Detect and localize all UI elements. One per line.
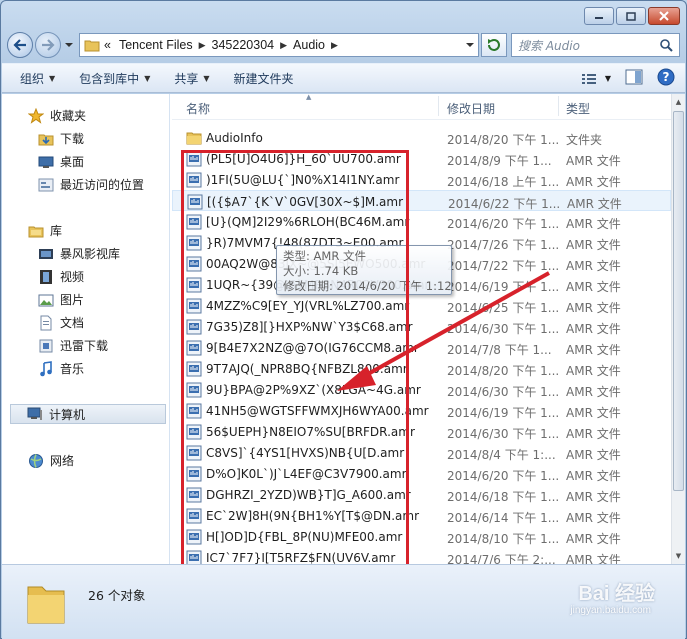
baidu-watermark: Bai 经验 jingyan.baidu.com [570,577,655,616]
folder-large-icon [27,586,65,624]
details-pane: 26 个对象 Bai 经验 jingyan.baidu.com [2,564,685,639]
watermark-text: Bai 经验 [578,583,655,605]
explorer-window: « Tencent Files ▶ 345220304 ▶ Audio ▶ 搜索… [0,0,687,639]
item-count: 26 个对象 [88,588,146,603]
annotation-arrow-icon [337,271,550,391]
watermark-url: jingyan.baidu.com [570,605,651,616]
